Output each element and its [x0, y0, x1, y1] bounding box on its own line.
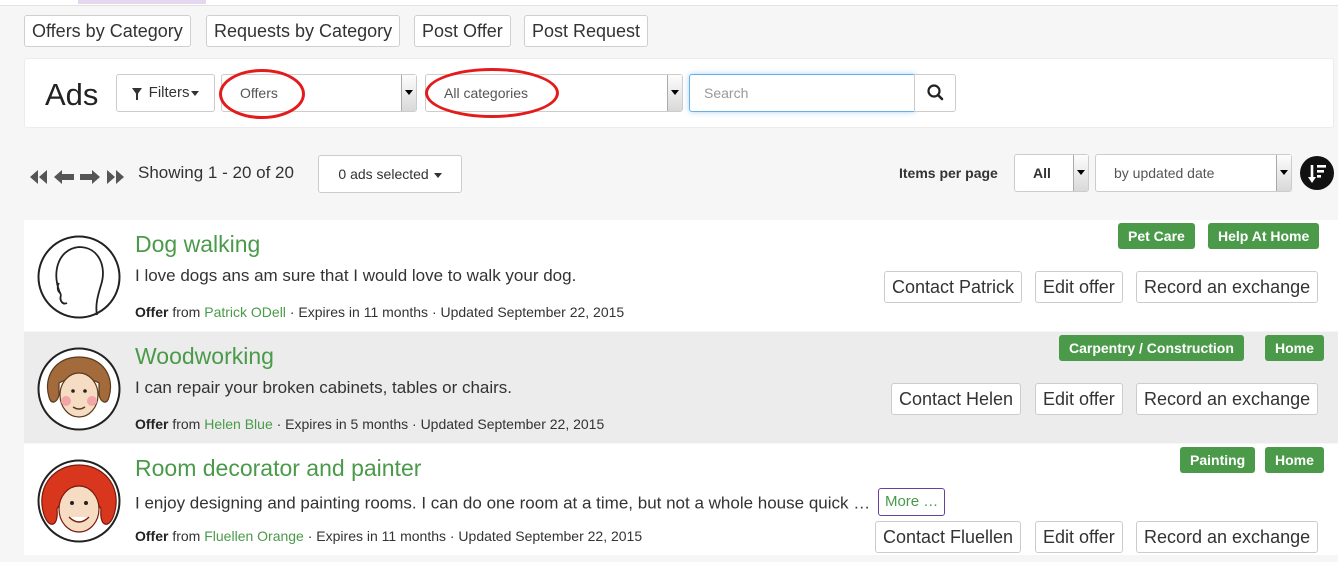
contact-button[interactable]: Contact Fluellen — [875, 521, 1022, 553]
select-arrow-icon[interactable] — [667, 75, 682, 111]
category-tag[interactable]: Home — [1265, 447, 1324, 473]
ad-author-link[interactable]: Patrick ODell — [204, 304, 286, 320]
select-arrow-icon[interactable] — [1276, 155, 1291, 191]
ad-type-value: Offers — [240, 85, 278, 101]
first-page-icon[interactable] — [28, 170, 48, 184]
last-page-icon[interactable] — [106, 170, 126, 184]
ads-selected-button[interactable]: 0 ads selected — [318, 155, 462, 193]
edit-offer-button[interactable]: Edit offer — [1035, 521, 1123, 553]
ad-description-text: I enjoy designing and painting rooms. I … — [135, 493, 871, 513]
contact-button[interactable]: Contact Patrick — [884, 271, 1023, 303]
tab-post-offer[interactable]: Post Offer — [414, 15, 511, 47]
ad-description: I can repair your broken cabinets, table… — [135, 378, 513, 397]
ad-expiry: · Expires in 11 months · Updated Septemb… — [307, 528, 643, 544]
page-title: Ads — [45, 77, 99, 112]
edit-offer-button[interactable]: Edit offer — [1035, 383, 1123, 415]
record-exchange-button[interactable]: Record an exchange — [1136, 271, 1319, 303]
search-input[interactable] — [689, 74, 915, 112]
top-bar-accent — [78, 0, 206, 4]
sort-descending-icon — [1308, 165, 1326, 183]
sort-select[interactable]: by updated date — [1095, 154, 1292, 192]
contact-button[interactable]: Contact Helen — [891, 383, 1022, 415]
ad-author-link[interactable]: Helen Blue — [204, 416, 273, 432]
tab-requests-by-category[interactable]: Requests by Category — [206, 15, 401, 47]
ad-author-link[interactable]: Fluellen Orange — [204, 528, 304, 544]
category-tag[interactable]: Pet Care — [1118, 223, 1195, 249]
more-button[interactable]: More … — [877, 488, 946, 516]
ad-meta: Offer from Fluellen Orange · Expires in … — [135, 528, 642, 544]
sort-direction-button[interactable] — [1300, 156, 1334, 190]
record-exchange-button[interactable]: Record an exchange — [1136, 521, 1319, 553]
ad-description: I enjoy designing and painting rooms. I … — [135, 488, 946, 518]
filters-label: Filters — [148, 84, 190, 101]
category-value: All categories — [444, 85, 529, 101]
edit-offer-button[interactable]: Edit offer — [1035, 271, 1123, 303]
items-per-page-select[interactable]: All — [1014, 154, 1089, 192]
ad-row: Dog walking I love dogs ans am sure that… — [24, 220, 1338, 331]
search-button[interactable] — [914, 74, 956, 112]
ad-kind: Offer — [135, 304, 169, 320]
next-page-icon[interactable] — [80, 170, 100, 184]
ad-type-select[interactable]: Offers — [221, 74, 417, 112]
ad-expiry: · Expires in 5 months · Updated Septembe… — [276, 416, 605, 432]
from-word: from — [172, 528, 201, 544]
ad-row: Woodworking I can repair your broken cab… — [24, 332, 1338, 443]
ad-meta: Offer from Helen Blue · Expires in 5 mon… — [135, 416, 604, 432]
category-tag[interactable]: Home — [1265, 335, 1324, 361]
filter-icon — [132, 88, 143, 100]
search-icon — [927, 84, 944, 101]
record-exchange-button[interactable]: Record an exchange — [1136, 383, 1319, 415]
ad-kind: Offer — [135, 416, 169, 432]
ad-kind: Offer — [135, 528, 169, 544]
ad-title[interactable]: Dog walking — [135, 231, 260, 258]
avatar — [37, 235, 121, 319]
ad-title[interactable]: Woodworking — [135, 343, 274, 370]
tab-post-request[interactable]: Post Request — [524, 15, 649, 47]
category-tag[interactable]: Carpentry / Construction — [1059, 335, 1244, 361]
ad-expiry: · Expires in 11 months · Updated Septemb… — [289, 304, 625, 320]
ads-filter-panel: Ads Filters Offers All categories — [24, 58, 1334, 128]
tab-offers-by-category[interactable]: Offers by Category — [24, 15, 191, 47]
showing-count: Showing 1 - 20 of 20 — [138, 163, 294, 182]
select-arrow-icon[interactable] — [401, 75, 416, 111]
avatar — [37, 347, 121, 431]
ad-row: Room decorator and painter I enjoy desig… — [24, 444, 1338, 555]
ad-description: I love dogs ans am sure that I would lov… — [135, 266, 577, 285]
top-bar — [0, 0, 1338, 6]
prev-page-icon[interactable] — [54, 170, 74, 184]
ad-title[interactable]: Room decorator and painter — [135, 455, 421, 482]
caret-down-icon — [433, 172, 442, 178]
select-arrow-icon[interactable] — [1073, 155, 1088, 191]
sort-value: by updated date — [1114, 165, 1215, 181]
caret-down-icon — [190, 90, 199, 96]
items-per-page-label: Items per page — [899, 165, 998, 181]
filters-button[interactable]: Filters — [116, 74, 215, 112]
from-word: from — [172, 304, 201, 320]
ads-selected-label: 0 ads selected — [338, 166, 429, 182]
category-tag[interactable]: Painting — [1180, 447, 1256, 473]
ad-meta: Offer from Patrick ODell · Expires in 11… — [135, 304, 624, 320]
from-word: from — [172, 416, 201, 432]
avatar — [37, 459, 121, 543]
items-per-page-value: All — [1033, 165, 1051, 181]
category-tag[interactable]: Help At Home — [1208, 223, 1320, 249]
category-select[interactable]: All categories — [425, 74, 683, 112]
